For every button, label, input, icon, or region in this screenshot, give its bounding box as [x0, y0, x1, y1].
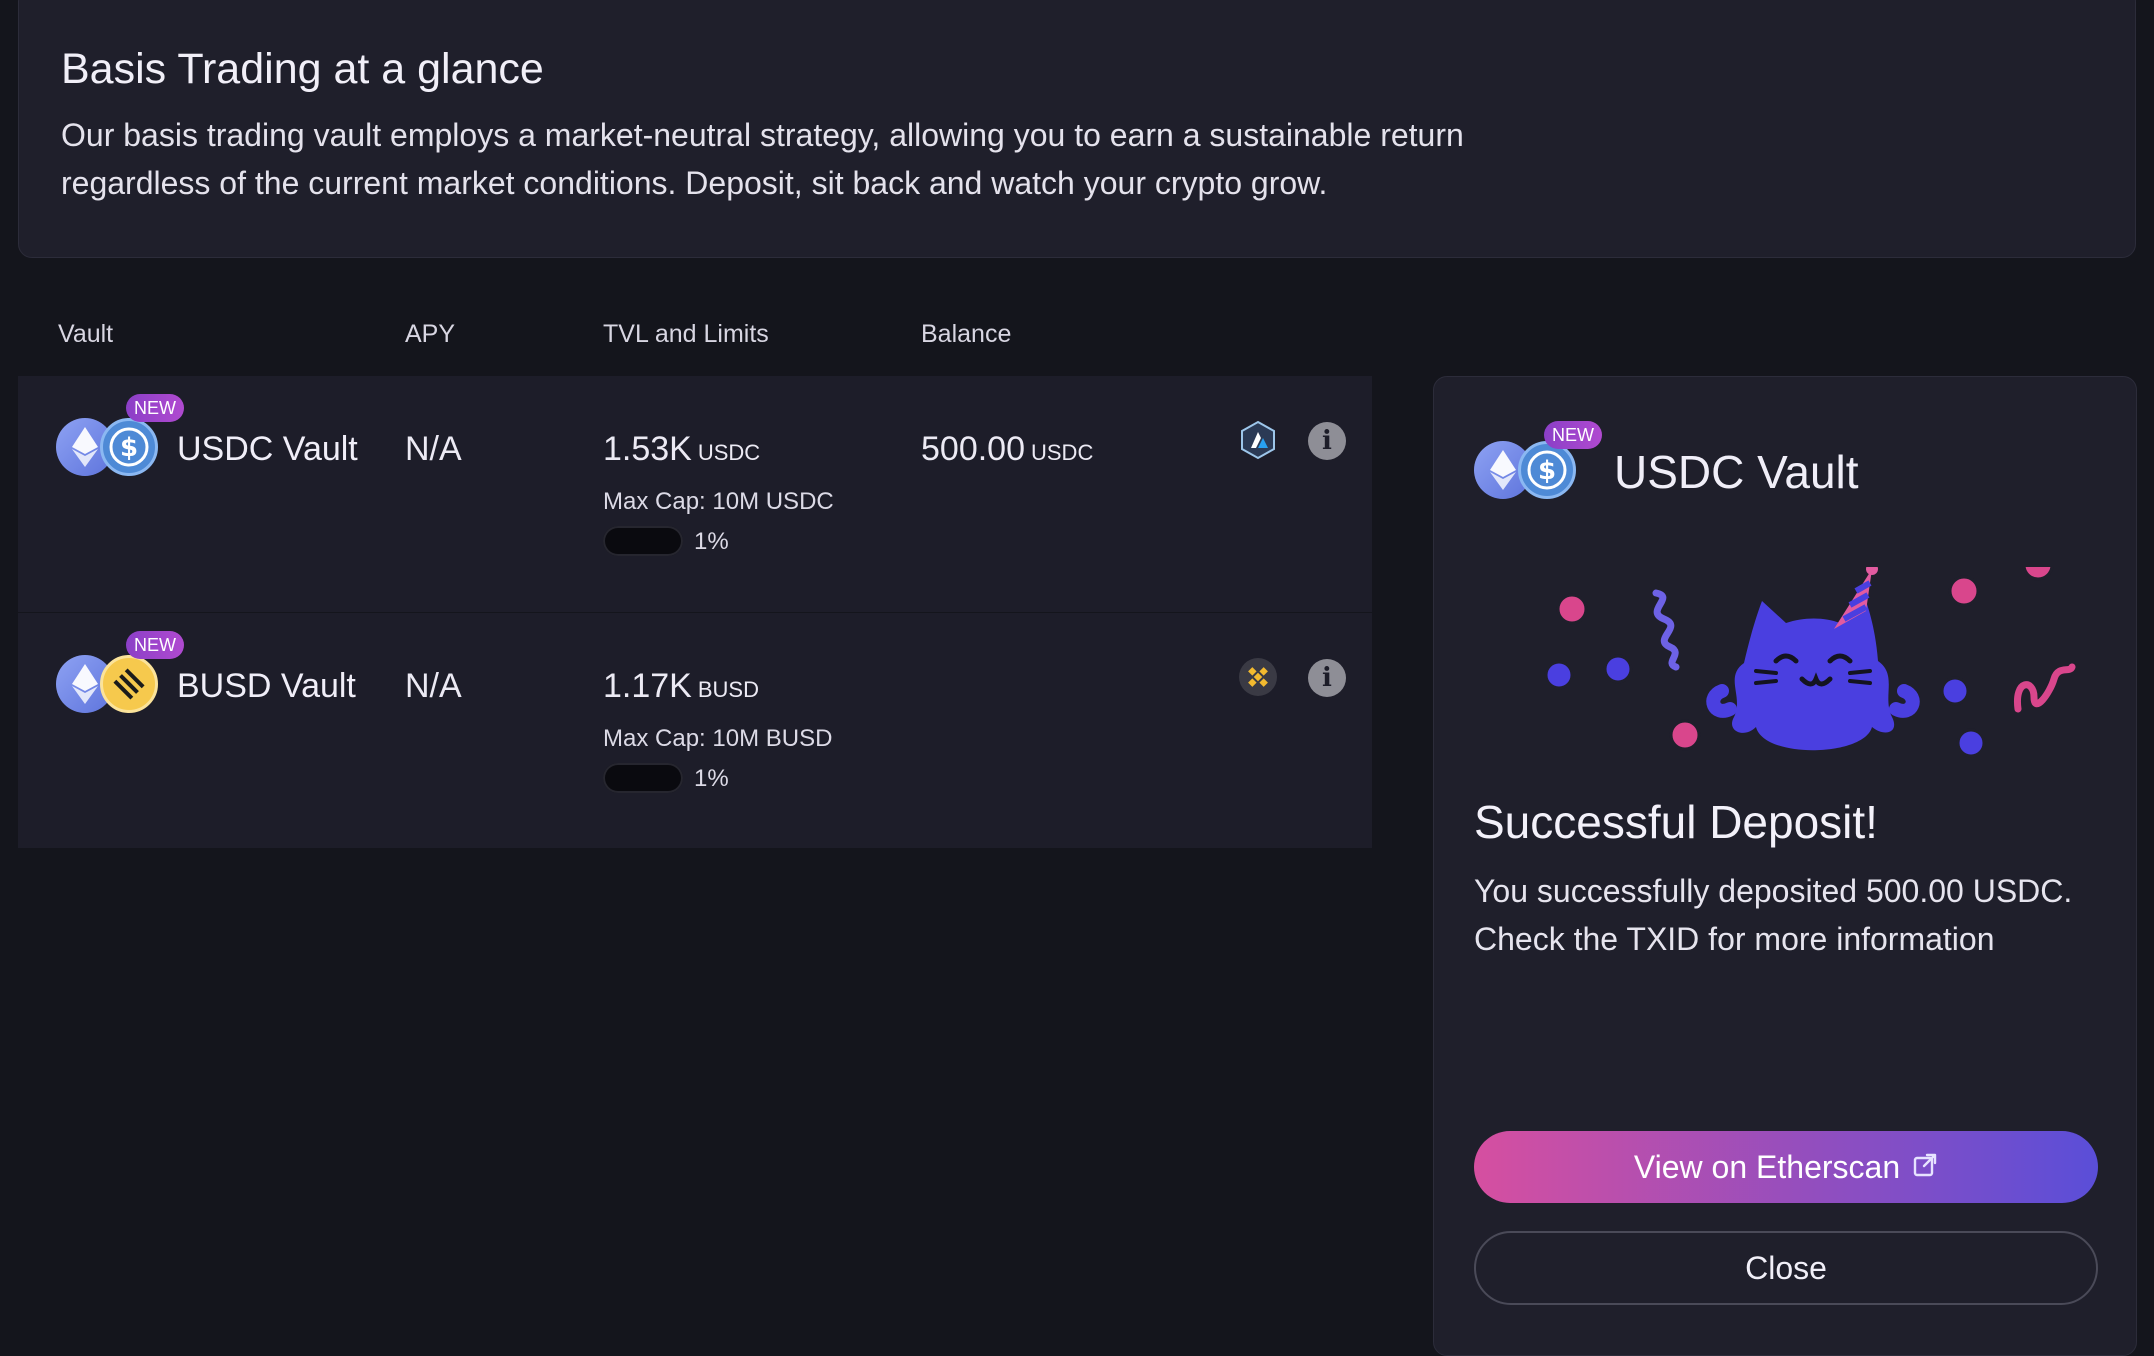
- close-button[interactable]: Close: [1474, 1231, 2098, 1305]
- vault-apy: N/A: [405, 430, 462, 468]
- info-icon[interactable]: i: [1308, 659, 1346, 697]
- vault-name[interactable]: USDC Vault: [177, 430, 358, 469]
- svg-text:$: $: [120, 433, 138, 463]
- info-icon[interactable]: i: [1308, 422, 1346, 460]
- capacity-progress-bar: [603, 763, 683, 793]
- usdc-icon: $: [100, 418, 158, 476]
- capacity-progress-bar: [603, 526, 683, 556]
- capacity-percent: 1%: [694, 528, 729, 555]
- view-on-etherscan-label: View on Etherscan: [1633, 1148, 1901, 1185]
- vault-row-usdc[interactable]: $ NEW USDC Vault N/A 1.53K USDC Max Cap: …: [18, 376, 1372, 612]
- deposit-success-panel: $ NEW USDC Vault Successful Deposit! You…: [1433, 376, 2137, 1356]
- tvl-unit: BUSD: [697, 677, 759, 702]
- panel-title: USDC Vault: [1614, 446, 1859, 498]
- success-title: Successful Deposit!: [1474, 796, 1878, 848]
- intro-title: Basis Trading at a glance: [61, 45, 544, 93]
- celebration-cat-illustration: [1544, 567, 2076, 758]
- balance-value: 500.00: [921, 430, 1025, 468]
- vault-token-icons: $ NEW: [1474, 421, 1602, 503]
- new-badge: NEW: [126, 394, 184, 422]
- vault-tvl: 1.17K BUSD: [603, 667, 759, 706]
- vault-row-busd[interactable]: NEW BUSD Vault N/A 1.17K BUSD Max Cap: 10…: [18, 612, 1372, 848]
- header-tvl: TVL and Limits: [603, 320, 769, 348]
- vault-balance: 500.00 USDC: [921, 430, 1093, 469]
- success-message: You successfully deposited 500.00 USDC. …: [1474, 873, 2073, 957]
- capacity-percent: 1%: [694, 765, 729, 792]
- vault-max-cap: Max Cap: 10M BUSD: [603, 725, 833, 752]
- usdc-icon: $: [1518, 441, 1576, 499]
- external-link-icon: [1912, 1149, 1938, 1186]
- busd-icon: [100, 655, 158, 713]
- vault-name[interactable]: BUSD Vault: [177, 667, 356, 706]
- tvl-value: 1.53K: [603, 430, 692, 468]
- tvl-unit: USDC: [697, 440, 761, 465]
- balance-unit: USDC: [1031, 440, 1094, 465]
- view-on-etherscan-button[interactable]: View on Etherscan: [1474, 1131, 2098, 1203]
- svg-text:$: $: [1538, 456, 1556, 486]
- bnb-chain-icon: [1238, 657, 1278, 697]
- arbitrum-icon: [1238, 420, 1278, 460]
- vault-tvl: 1.53K USDC: [603, 430, 760, 469]
- new-badge: NEW: [126, 631, 184, 659]
- vault-token-icons: NEW: [56, 631, 184, 717]
- vault-token-icons: $ NEW: [56, 394, 184, 480]
- vault-apy: N/A: [405, 667, 462, 705]
- tvl-value: 1.17K: [603, 667, 692, 705]
- new-badge: NEW: [1544, 421, 1602, 449]
- vault-max-cap: Max Cap: 10M USDC: [603, 488, 834, 515]
- intro-card: Basis Trading at a glance Our basis trad…: [18, 0, 2136, 258]
- header-apy: APY: [405, 320, 456, 348]
- intro-description: Our basis trading vault employs a market…: [61, 117, 1464, 201]
- header-balance: Balance: [921, 320, 1012, 348]
- header-vault: Vault: [58, 320, 114, 348]
